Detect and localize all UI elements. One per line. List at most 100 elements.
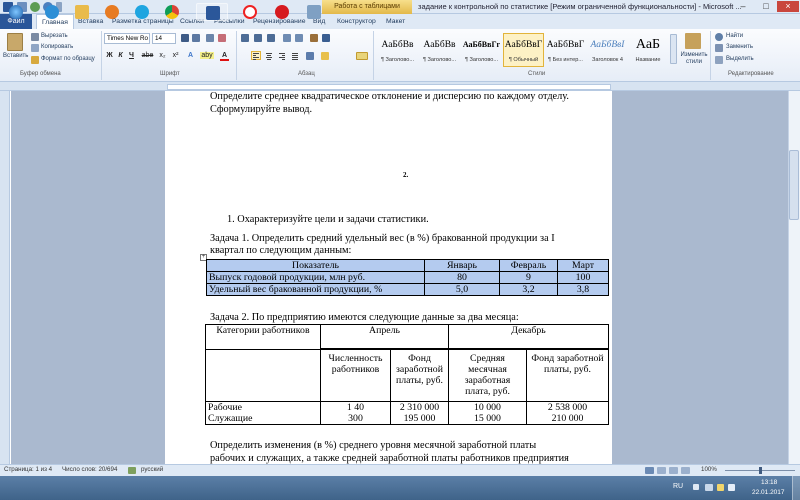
numbering-icon[interactable] (254, 34, 262, 42)
table-cell[interactable]: Средняя месячная заработная плата, руб. (448, 349, 527, 402)
table-cell[interactable]: 300 (320, 413, 391, 425)
paste-button[interactable]: Вставить (3, 53, 28, 59)
table-cell[interactable]: Рабочие (205, 401, 321, 413)
table-cell[interactable]: Численность работников (320, 349, 391, 402)
close-button[interactable]: × (777, 1, 799, 12)
chrome-icon[interactable] (158, 3, 186, 21)
find-button[interactable]: Найти (726, 33, 743, 39)
table-cell[interactable]: Удельный вес бракованной продукции, % (206, 283, 425, 296)
tab-layout[interactable]: Макет (386, 14, 405, 29)
style-no-spacing[interactable]: АаБбВвГ ¶ Без интер... (545, 33, 586, 67)
clock-date[interactable]: 22.01.2017 (752, 489, 785, 496)
maximize-button[interactable]: □ (755, 1, 777, 12)
scrollbar-thumb[interactable] (789, 150, 799, 220)
font-name-select[interactable]: Times New Ro (104, 33, 150, 44)
document-page[interactable]: Определите среднее квадратическое отклон… (165, 91, 612, 464)
tray-arrow-icon[interactable] (693, 484, 699, 490)
strikethrough-button[interactable]: abe (141, 52, 154, 59)
volume-icon[interactable] (728, 484, 735, 491)
paste-icon[interactable] (7, 33, 23, 51)
full-screen-view-icon[interactable] (657, 467, 666, 474)
table-cell[interactable]: 5,0 (424, 283, 500, 296)
format-painter-button[interactable]: Формат по образцу (41, 56, 95, 62)
select-button[interactable]: Выделить (726, 56, 754, 62)
table-cell[interactable]: 1 40 (320, 401, 391, 413)
minimize-button[interactable]: – (732, 1, 754, 12)
opera-icon[interactable] (268, 3, 296, 21)
table-cell[interactable]: 3,8 (557, 283, 609, 296)
shading-icon[interactable] (321, 52, 329, 60)
cut-button[interactable]: Вырезать (41, 33, 68, 39)
text-effects-button[interactable]: A (186, 52, 195, 59)
show-desktop-button[interactable] (792, 476, 800, 500)
align-center-button[interactable] (264, 51, 274, 60)
web-layout-view-icon[interactable] (669, 467, 678, 474)
align-left-button[interactable] (251, 51, 261, 60)
flag-icon[interactable] (717, 484, 724, 491)
table-cell[interactable]: 210 000 (526, 413, 609, 425)
table-cell[interactable]: 80 (424, 271, 500, 284)
replace-button[interactable]: Заменить (726, 44, 753, 50)
change-styles-icon[interactable] (685, 33, 701, 49)
table-cell[interactable]: Выпуск годовой продукции, млн руб. (206, 271, 425, 284)
justify-button[interactable] (290, 51, 300, 60)
font-size-select[interactable]: 14 (152, 33, 176, 44)
highlight-button[interactable]: aby (200, 52, 214, 59)
style-heading-3[interactable]: АаБбВвГг ¶ Заголово... (461, 33, 502, 67)
status-language[interactable]: русский (141, 466, 163, 473)
skype-icon[interactable] (128, 3, 156, 21)
style-heading-4[interactable]: АаБбВвI Заголовок 4 (587, 33, 628, 67)
table-cell[interactable]: Февраль (499, 259, 558, 272)
align-right-button[interactable] (277, 51, 287, 60)
style-normal[interactable]: АаБбВвГ ¶ Обычный (503, 33, 544, 67)
style-heading-1[interactable]: АаБбВв ¶ Заголово... (377, 33, 418, 67)
table-cell[interactable]: Категории работников (205, 324, 321, 350)
underline-button[interactable]: Ч (127, 52, 136, 59)
outline-view-icon[interactable] (681, 467, 690, 474)
table-defects[interactable]: Показатель Январь Февраль Март Выпуск го… (206, 259, 609, 296)
table-cell[interactable]: 100 (557, 271, 609, 284)
superscript-button[interactable]: x² (170, 52, 181, 59)
show-formatting-icon[interactable] (322, 34, 330, 42)
table-wages[interactable]: Категории работников Апрель Декабрь Числ… (205, 324, 609, 425)
bold-button[interactable]: Ж (105, 52, 114, 59)
media-player-icon[interactable] (98, 3, 126, 21)
yandex-icon[interactable] (236, 3, 264, 21)
grow-font-icon[interactable] (181, 34, 189, 42)
clear-formatting-icon[interactable] (218, 34, 226, 42)
table-cell[interactable]: Фонд заработной платы, руб. (390, 349, 449, 402)
table-cell[interactable]: 9 (499, 271, 558, 284)
network-tool-icon[interactable] (300, 3, 328, 21)
style-title[interactable]: АаБ Название (628, 33, 668, 67)
print-layout-view-icon[interactable] (645, 467, 654, 474)
table-cell[interactable]: 3,2 (499, 283, 558, 296)
styles-scroll-icon[interactable] (670, 34, 677, 64)
table-cell[interactable]: Март (557, 259, 609, 272)
subscript-button[interactable]: x₂ (157, 52, 168, 59)
zoom-level[interactable]: 100% (701, 466, 717, 473)
table-cell[interactable]: Фонд заработной платы, руб. (526, 349, 609, 402)
proofing-icon[interactable] (128, 467, 136, 474)
copy-button[interactable]: Копировать (41, 44, 73, 50)
input-language[interactable]: RU (673, 483, 683, 490)
borders-icon[interactable] (356, 52, 368, 60)
line-spacing-icon[interactable] (306, 52, 314, 60)
italic-button[interactable]: К (116, 52, 125, 59)
table-cell[interactable]: 10 000 (448, 401, 527, 413)
table-cell[interactable]: Декабрь (448, 324, 609, 349)
status-words[interactable]: Число слов: 20/694 (62, 466, 117, 473)
vertical-ruler[interactable] (0, 91, 10, 464)
word-taskbar-icon[interactable] (196, 3, 228, 21)
network-icon[interactable] (705, 484, 713, 491)
change-styles-button[interactable]: Изменить стили (680, 52, 708, 66)
table-cell[interactable]: 195 000 (390, 413, 449, 425)
sort-icon[interactable] (310, 34, 318, 42)
start-icon[interactable] (2, 3, 30, 21)
explorer-icon[interactable] (68, 3, 96, 21)
shrink-font-icon[interactable] (192, 34, 200, 42)
font-color-button[interactable]: A (220, 52, 229, 61)
change-case-icon[interactable] (206, 34, 214, 42)
table-cell[interactable]: 15 000 (448, 413, 527, 425)
table-cell[interactable]: 2 538 000 (526, 401, 609, 413)
zoom-slider-thumb[interactable] (759, 467, 762, 474)
